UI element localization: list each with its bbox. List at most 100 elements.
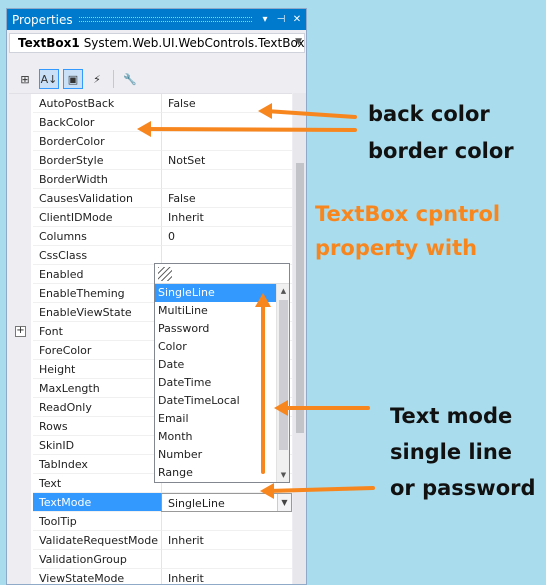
- dropdown-scrollbar[interactable]: ▲ ▼: [276, 284, 289, 482]
- textmode-option[interactable]: Password: [155, 320, 276, 338]
- scroll-down-icon[interactable]: ▼: [277, 468, 290, 482]
- object-name: TextBox1: [18, 36, 80, 50]
- close-icon[interactable]: ✕: [290, 14, 304, 25]
- property-name[interactable]: ValidationGroup: [33, 550, 161, 569]
- property-name[interactable]: ReadOnly: [33, 398, 161, 417]
- property-row[interactable]: CausesValidation False: [9, 189, 292, 208]
- property-value[interactable]: Inherit: [161, 208, 292, 227]
- property-name[interactable]: ToolTip: [33, 512, 161, 531]
- textmode-option[interactable]: Number: [155, 446, 276, 464]
- window-position-icon[interactable]: ▾: [258, 14, 272, 25]
- property-row[interactable]: AutoPostBack False: [9, 94, 292, 113]
- textmode-option[interactable]: Month: [155, 428, 276, 446]
- property-name[interactable]: Font: [33, 322, 161, 341]
- scrollbar-thumb[interactable]: [296, 163, 304, 433]
- property-row[interactable]: BorderStyle NotSet: [9, 151, 292, 170]
- dropdown-arrow-icon[interactable]: ▼: [277, 494, 291, 511]
- properties-icon[interactable]: ▣: [63, 69, 83, 89]
- textmode-option[interactable]: Color: [155, 338, 276, 356]
- property-row[interactable]: BackColor: [9, 113, 292, 132]
- property-value[interactable]: SingleLine ▼: [161, 493, 292, 512]
- textmode-option[interactable]: DateTime: [155, 374, 276, 392]
- annotation-textbox-line2: property with: [315, 236, 478, 260]
- property-name[interactable]: CausesValidation: [33, 189, 161, 208]
- property-value-text: False: [168, 192, 196, 205]
- property-name[interactable]: ClientIDMode: [33, 208, 161, 227]
- property-row[interactable]: ValidateRequestMode Inherit: [9, 531, 292, 550]
- property-row[interactable]: ClientIDMode Inherit: [9, 208, 292, 227]
- textmode-option[interactable]: Range: [155, 464, 276, 482]
- pin-icon[interactable]: ⊣: [274, 14, 288, 25]
- row-gutter: [9, 360, 31, 379]
- object-selector[interactable]: TextBox1 System.Web.UI.WebControls.TextB…: [9, 33, 305, 53]
- events-icon[interactable]: ⚡: [87, 69, 107, 89]
- property-name[interactable]: TextMode: [33, 493, 161, 512]
- property-value[interactable]: 0: [161, 227, 292, 246]
- property-name[interactable]: Height: [33, 360, 161, 379]
- property-value[interactable]: [161, 132, 292, 151]
- property-value[interactable]: [161, 550, 292, 569]
- resize-grip-icon[interactable]: [158, 267, 172, 281]
- textmode-option[interactable]: Date: [155, 356, 276, 374]
- property-name[interactable]: BorderStyle: [33, 151, 161, 170]
- property-value[interactable]: [161, 170, 292, 189]
- property-value[interactable]: NotSet: [161, 151, 292, 170]
- property-row[interactable]: ViewStateMode Inherit: [9, 569, 292, 585]
- property-name[interactable]: Text: [33, 474, 161, 493]
- property-name[interactable]: EnableTheming: [33, 284, 161, 303]
- textmode-options-list: SingleLine MultiLine Password Color Date Date…: [155, 284, 276, 482]
- row-gutter: [9, 341, 31, 360]
- property-row[interactable]: Columns 0: [9, 227, 292, 246]
- expand-icon[interactable]: +: [15, 326, 26, 337]
- categorized-icon[interactable]: ⊞: [15, 69, 35, 89]
- properties-title-bar[interactable]: Properties ▾ ⊣ ✕: [7, 9, 306, 30]
- property-name[interactable]: BorderColor: [33, 132, 161, 151]
- textmode-option[interactable]: SingleLine: [155, 284, 276, 302]
- property-row[interactable]: BorderWidth: [9, 170, 292, 189]
- property-name[interactable]: MaxLength: [33, 379, 161, 398]
- property-name[interactable]: ForeColor: [33, 341, 161, 360]
- row-gutter: [9, 417, 31, 436]
- textmode-option[interactable]: MultiLine: [155, 302, 276, 320]
- property-name[interactable]: BackColor: [33, 113, 161, 132]
- property-value-text: Inherit: [168, 572, 204, 585]
- property-value[interactable]: False: [161, 189, 292, 208]
- property-name[interactable]: CssClass: [33, 246, 161, 265]
- property-name[interactable]: EnableViewState: [33, 303, 161, 322]
- property-name[interactable]: AutoPostBack: [33, 94, 161, 113]
- row-gutter: [9, 94, 31, 113]
- row-gutter: [9, 493, 31, 512]
- property-row[interactable]: ToolTip: [9, 512, 292, 531]
- property-name[interactable]: Rows: [33, 417, 161, 436]
- property-name[interactable]: BorderWidth: [33, 170, 161, 189]
- property-value[interactable]: [161, 512, 292, 531]
- property-row[interactable]: BorderColor: [9, 132, 292, 151]
- object-type: System.Web.UI.WebControls.TextBox: [83, 36, 305, 50]
- dropdown-scroll-thumb[interactable]: [279, 300, 288, 450]
- property-name[interactable]: ValidateRequestMode: [33, 531, 161, 550]
- property-name[interactable]: Enabled: [33, 265, 161, 284]
- property-name[interactable]: ViewStateMode: [33, 569, 161, 584]
- property-name[interactable]: SkinID: [33, 436, 161, 455]
- scroll-up-icon[interactable]: ▲: [277, 284, 290, 298]
- row-gutter: [9, 170, 31, 189]
- textmode-option[interactable]: DateTimeLocal: [155, 392, 276, 410]
- property-value-text: SingleLine: [168, 497, 225, 510]
- property-row[interactable]: ValidationGroup: [9, 550, 292, 569]
- textmode-option[interactable]: Email: [155, 410, 276, 428]
- alphabetical-icon[interactable]: A↓: [39, 69, 59, 89]
- property-name[interactable]: Columns: [33, 227, 161, 246]
- property-value[interactable]: False: [161, 94, 292, 113]
- row-gutter: [9, 284, 31, 303]
- property-pages-icon[interactable]: 🔧: [120, 69, 140, 89]
- textmode-dropdown: SingleLine MultiLine Password Color Date Date…: [154, 263, 290, 483]
- row-gutter: [9, 474, 31, 493]
- property-value[interactable]: Inherit: [161, 569, 292, 585]
- property-grid-scrollbar[interactable]: [293, 93, 306, 584]
- annotation-textmode-line1: Text mode: [390, 404, 513, 428]
- property-name[interactable]: TabIndex: [33, 455, 161, 474]
- property-value[interactable]: [161, 113, 292, 132]
- chevron-down-icon[interactable]: ▼: [295, 37, 302, 47]
- property-row[interactable]: TextMode SingleLine ▼: [9, 493, 292, 512]
- property-value[interactable]: Inherit: [161, 531, 292, 550]
